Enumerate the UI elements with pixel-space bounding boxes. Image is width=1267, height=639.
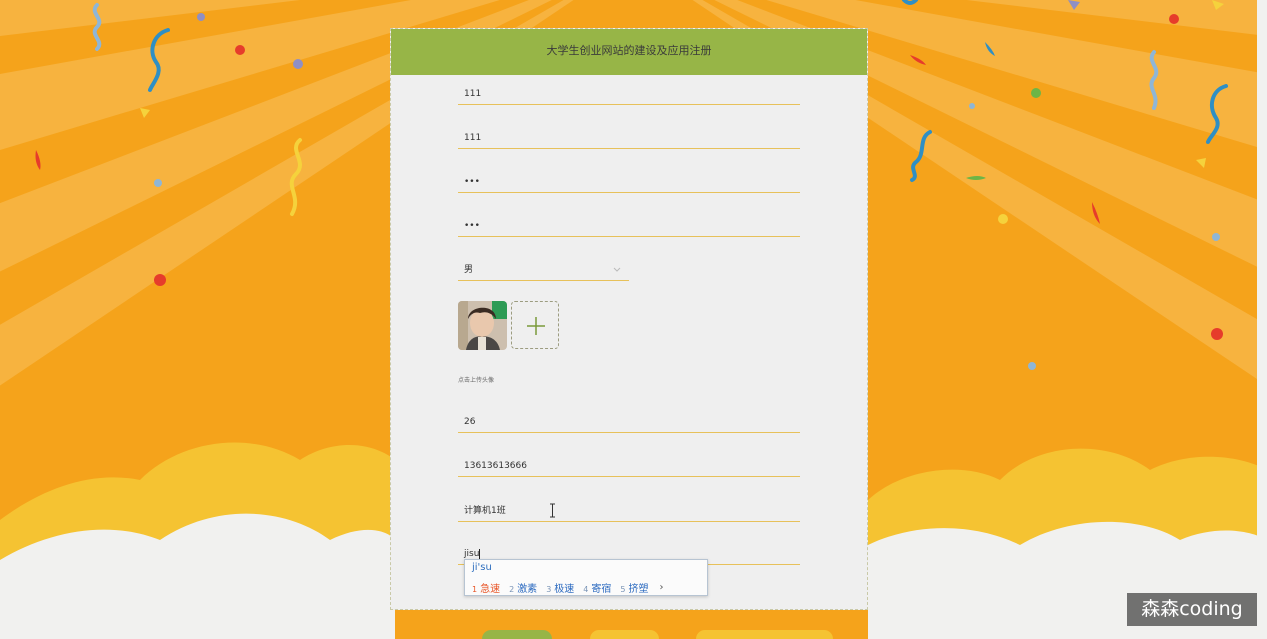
caret	[479, 548, 481, 559]
register-form: 大学生创业网站的建设及应用注册 111 111 ••• ••• 男 点击上传头像…	[390, 28, 868, 610]
age-input[interactable]: 26	[458, 411, 800, 433]
confirm-password-input[interactable]: •••	[458, 215, 800, 237]
ime-candidate[interactable]: 2 激素	[509, 580, 537, 595]
login-button[interactable]	[696, 630, 833, 639]
gender-select[interactable]: 男	[458, 259, 629, 281]
ime-candidate-word: 寄宿	[591, 584, 612, 595]
ime-candidate-number: 2	[509, 585, 515, 594]
register-button[interactable]	[482, 630, 552, 639]
reset-button[interactable]	[590, 630, 659, 639]
upload-avatar-button[interactable]	[511, 301, 559, 349]
ime-candidate-word: 极速	[554, 584, 575, 595]
ime-candidate[interactable]: 5 挤塑	[620, 580, 648, 595]
ime-candidate[interactable]: 1 急速	[472, 580, 500, 595]
ime-candidate[interactable]: 3 极速	[546, 580, 574, 595]
header-wave-decoration	[391, 63, 867, 74]
ime-candidate[interactable]: 4 寄宿	[583, 580, 611, 595]
name-input[interactable]: 111	[458, 127, 800, 149]
plus-icon	[527, 317, 545, 335]
password-input[interactable]: •••	[458, 171, 800, 193]
ime-candidate-word: 急速	[480, 584, 501, 595]
account-input[interactable]: 111	[458, 83, 800, 105]
avatar-preview-image[interactable]	[458, 301, 507, 350]
major-value: jisu	[464, 549, 480, 559]
form-header: 大学生创业网站的建设及应用注册	[391, 29, 867, 75]
phone-input[interactable]: 13613613666	[458, 455, 800, 477]
chevron-down-icon	[613, 259, 621, 290]
text-cursor-icon	[550, 503, 555, 518]
ime-candidate-word: 激素	[517, 584, 538, 595]
ime-candidate-number: 3	[546, 585, 552, 594]
class-input[interactable]: 计算机1班	[458, 500, 800, 522]
ime-candidate-number: 1	[472, 585, 478, 594]
ime-candidate-word: 挤塑	[628, 584, 649, 595]
upload-avatar-hint: 点击上传头像	[458, 377, 495, 384]
ime-candidate-list: 1 急速 2 激素 3 极速 4 寄宿 5 挤塑 ›	[472, 580, 663, 595]
form-title: 大学生创业网站的建设及应用注册	[546, 44, 712, 57]
ime-candidate-number: 5	[620, 585, 626, 594]
gender-value: 男	[464, 265, 474, 275]
ime-candidate-window: ji'su 1 急速 2 激素 3 极速 4 寄宿 5 挤塑 ›	[464, 559, 708, 596]
chevron-right-icon[interactable]: ›	[659, 582, 663, 593]
ime-pinyin: ji'su	[472, 562, 492, 573]
ime-candidate-number: 4	[583, 585, 589, 594]
watermark: 森森coding	[1127, 593, 1257, 626]
